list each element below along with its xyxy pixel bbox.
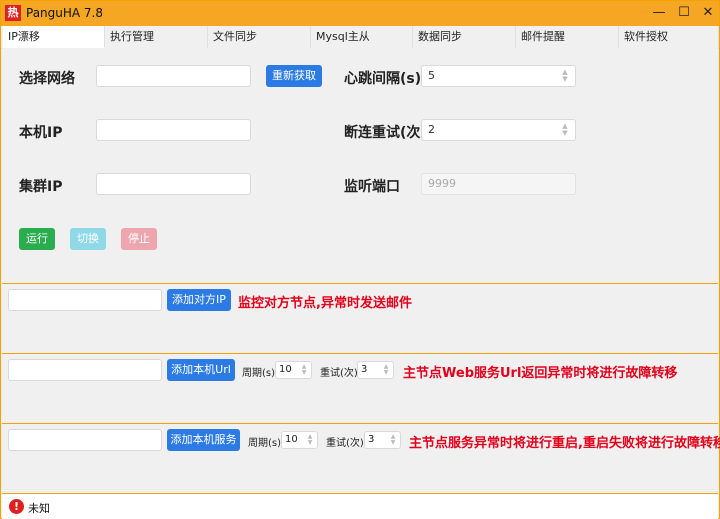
tab-data-sync[interactable]: 数据同步 bbox=[413, 26, 516, 48]
refresh-network-button[interactable]: 重新获取 bbox=[266, 65, 322, 87]
url-monitor-section: 添加本机Url 周期(s) 10 ▲ ▼ 重试(次) 3 ▲ ▼ 主节点Web服务U… bbox=[2, 353, 718, 424]
status-text: 未知 bbox=[28, 502, 50, 515]
title-bar: 热 PanguHA 7.8 — ☐ ✕ bbox=[1, 1, 719, 26]
stepper-arrows-icon[interactable]: ▲ ▼ bbox=[389, 434, 397, 446]
service-retry-stepper[interactable]: 3 ▲ ▼ bbox=[364, 431, 401, 449]
url-monitor-note: 主节点Web服务Url返回异常时将进行故障转移 bbox=[403, 366, 678, 381]
peer-ip-input[interactable] bbox=[8, 289, 162, 311]
service-period-value: 10 bbox=[285, 434, 298, 445]
local-ip-field[interactable] bbox=[96, 119, 251, 141]
add-local-service-button[interactable]: 添加本机服务 bbox=[167, 429, 240, 451]
tab-bar: IP漂移 执行管理 文件同步 Mysql主从 数据同步 邮件提醒 软件授权 bbox=[1, 26, 719, 49]
service-monitor-note: 主节点服务异常时将进行重启,重启失败将进行故障转移 bbox=[409, 436, 720, 451]
url-input[interactable] bbox=[8, 359, 162, 381]
close-button[interactable]: ✕ bbox=[698, 4, 718, 22]
url-retry-label: 重试(次) bbox=[320, 368, 358, 379]
tab-exec-management[interactable]: 执行管理 bbox=[105, 26, 208, 48]
stepper-arrows-icon[interactable]: ▲ ▼ bbox=[300, 364, 308, 376]
service-input[interactable] bbox=[8, 429, 162, 451]
retry-label: 断连重试(次) bbox=[344, 125, 427, 141]
retry-stepper[interactable]: 2 ▲ ▼ bbox=[421, 119, 576, 141]
switch-button: 切换 bbox=[70, 228, 106, 250]
minimize-button[interactable]: — bbox=[649, 4, 669, 22]
cluster-ip-field[interactable] bbox=[96, 173, 251, 195]
stepper-arrows-icon[interactable]: ▲ ▼ bbox=[306, 434, 314, 446]
error-icon: ! bbox=[9, 499, 24, 514]
retry-value: 2 bbox=[428, 123, 435, 136]
add-peer-ip-button[interactable]: 添加对方IP bbox=[167, 289, 231, 311]
select-network-field[interactable] bbox=[96, 65, 251, 87]
select-network-label: 选择网络 bbox=[19, 71, 75, 87]
service-retry-label: 重试(次) bbox=[326, 438, 364, 449]
status-bar: ! 未知 bbox=[2, 493, 718, 519]
run-button[interactable]: 运行 bbox=[19, 228, 55, 250]
tab-license[interactable]: 软件授权 bbox=[619, 26, 719, 48]
stepper-arrows-icon[interactable]: ▲ ▼ bbox=[560, 69, 570, 83]
add-local-url-button[interactable]: 添加本机Url bbox=[167, 359, 235, 381]
url-period-stepper[interactable]: 10 ▲ ▼ bbox=[275, 361, 312, 379]
local-ip-label: 本机IP bbox=[19, 125, 63, 141]
tab-mysql-replication[interactable]: Mysql主从 bbox=[311, 26, 413, 48]
url-period-label: 周期(s) bbox=[242, 368, 276, 379]
peer-monitor-note: 监控对方节点,异常时发送邮件 bbox=[238, 296, 412, 311]
heartbeat-stepper[interactable]: 5 ▲ ▼ bbox=[421, 65, 576, 87]
tab-file-sync[interactable]: 文件同步 bbox=[208, 26, 311, 48]
peer-monitor-section: 添加对方IP 监控对方节点,异常时发送邮件 bbox=[2, 283, 718, 354]
listen-port-field: 9999 bbox=[421, 173, 576, 195]
service-monitor-section: 添加本机服务 周期(s) 10 ▲ ▼ 重试(次) 3 ▲ ▼ 主节点服务异常时将进… bbox=[2, 423, 720, 494]
heartbeat-value: 5 bbox=[428, 69, 435, 82]
listen-port-label: 监听端口 bbox=[344, 179, 400, 195]
service-period-stepper[interactable]: 10 ▲ ▼ bbox=[281, 431, 318, 449]
stop-button: 停止 bbox=[121, 228, 157, 250]
url-period-value: 10 bbox=[279, 364, 292, 375]
cluster-ip-label: 集群IP bbox=[19, 179, 63, 195]
window-title: PanguHA 7.8 bbox=[26, 6, 104, 20]
maximize-button[interactable]: ☐ bbox=[674, 4, 694, 22]
url-retry-stepper[interactable]: 3 ▲ ▼ bbox=[357, 361, 394, 379]
service-retry-value: 3 bbox=[368, 434, 375, 445]
ip-drift-panel: 选择网络 重新获取 心跳间隔(s) 5 ▲ ▼ 本机IP 断连重试(次) 2 ▲ ▼… bbox=[2, 48, 718, 283]
app-logo-icon: 热 bbox=[5, 5, 21, 21]
service-period-label: 周期(s) bbox=[248, 438, 282, 449]
tab-ip-drift[interactable]: IP漂移 bbox=[3, 26, 105, 48]
stepper-arrows-icon[interactable]: ▲ ▼ bbox=[560, 123, 570, 137]
stepper-arrows-icon[interactable]: ▲ ▼ bbox=[382, 364, 390, 376]
url-retry-value: 3 bbox=[361, 364, 368, 375]
heartbeat-label: 心跳间隔(s) bbox=[344, 71, 422, 87]
app-window: 热 PanguHA 7.8 — ☐ ✕ IP漂移 执行管理 文件同步 Mysql… bbox=[0, 0, 720, 519]
tab-mail-alert[interactable]: 邮件提醒 bbox=[516, 26, 619, 48]
